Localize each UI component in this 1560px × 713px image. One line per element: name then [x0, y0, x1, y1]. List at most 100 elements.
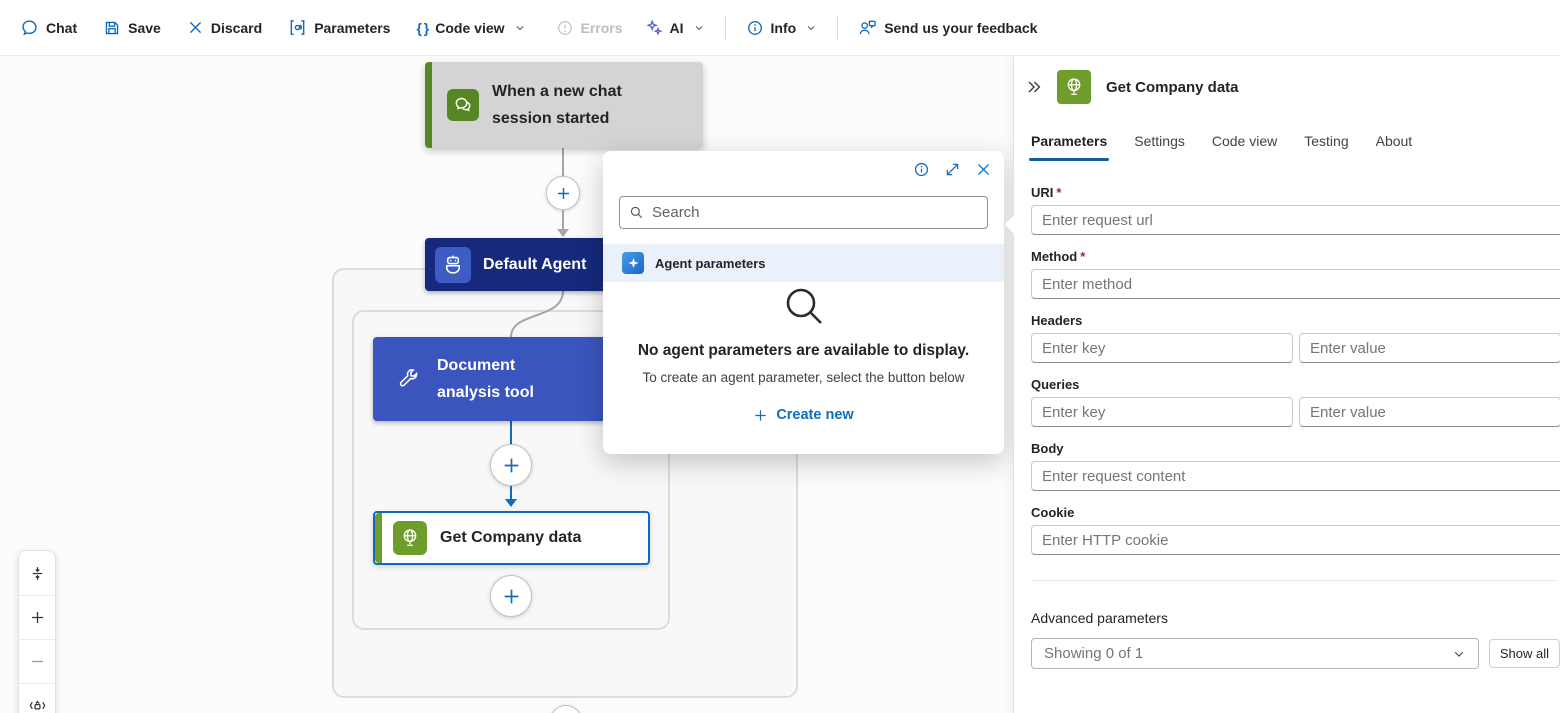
- method-input[interactable]: [1031, 269, 1560, 299]
- agent-parameters-group-row[interactable]: Agent parameters: [603, 244, 1004, 282]
- chat-button[interactable]: Chat: [12, 12, 85, 43]
- tab-testing[interactable]: Testing: [1304, 133, 1348, 149]
- headers-value-input[interactable]: [1299, 333, 1560, 363]
- connector-line: [562, 210, 564, 230]
- info-button[interactable]: Info: [738, 13, 826, 43]
- create-new-button[interactable]: Create new: [753, 407, 854, 423]
- panel-tabs: Parameters Settings Code view Testing Ab…: [1028, 133, 1560, 161]
- errors-label: Errors: [580, 19, 623, 36]
- create-new-label: Create new: [776, 407, 854, 423]
- advanced-parameters-label: Advanced parameters: [1031, 610, 1168, 626]
- required-asterisk: *: [1056, 185, 1062, 200]
- errors-button: Errors: [548, 13, 631, 43]
- ai-sparkle-icon: [645, 18, 663, 37]
- cookie-input[interactable]: [1031, 525, 1560, 555]
- cookie-label: Cookie: [1031, 505, 1075, 520]
- queries-label: Queries: [1031, 377, 1080, 392]
- connector-line-blue: [510, 421, 512, 445]
- action-title: Get Company data: [440, 529, 582, 546]
- discard-button[interactable]: Discard: [179, 13, 270, 42]
- tab-code-view[interactable]: Code view: [1212, 133, 1277, 149]
- info-circle-icon[interactable]: [913, 161, 930, 178]
- connector-arrow: [557, 229, 569, 237]
- tool-title: Document analysis tool: [437, 357, 534, 401]
- chat-label: Chat: [46, 19, 78, 36]
- toolbar-divider: [724, 16, 726, 39]
- chat-session-icon: [447, 89, 479, 121]
- body-input[interactable]: [1031, 461, 1560, 491]
- app-window: Chat Save Discard Parameters { } Code vi…: [0, 0, 1560, 713]
- tab-about[interactable]: About: [1376, 133, 1413, 149]
- method-label: Method *: [1031, 249, 1086, 264]
- zoom-out-button[interactable]: [19, 639, 55, 683]
- empty-state-subtitle: To create an agent parameter, select the…: [642, 370, 965, 385]
- feedback-label: Send us your feedback: [884, 19, 1038, 36]
- wrench-icon: [397, 367, 421, 391]
- trigger-node-when-new-chat-session-started[interactable]: When a new chat session started: [425, 62, 703, 148]
- connector-line-blue: [510, 486, 512, 500]
- parameters-label: Parameters: [314, 19, 391, 36]
- agent-title: Default Agent: [483, 255, 587, 273]
- code-view-label: Code view: [435, 19, 505, 36]
- insert-step-button[interactable]: [546, 176, 580, 210]
- tab-settings[interactable]: Settings: [1134, 133, 1185, 149]
- minimap-toggle-button[interactable]: [19, 683, 55, 713]
- ai-label: AI: [669, 19, 684, 36]
- save-label: Save: [128, 19, 161, 36]
- action-color-stripe: [375, 513, 382, 563]
- action-node-get-company-data[interactable]: Get Company data: [373, 511, 650, 565]
- chevron-down-icon: [693, 22, 705, 34]
- parameters-button[interactable]: Parameters: [280, 12, 398, 43]
- search-input[interactable]: [652, 204, 978, 221]
- advanced-parameters-dropdown[interactable]: Showing 0 of 1: [1031, 638, 1479, 669]
- popup-header: [913, 161, 992, 178]
- queries-key-input[interactable]: [1031, 397, 1293, 427]
- info-circle-icon: [746, 19, 764, 37]
- agent-parameters-popup: Agent parameters No agent parameters are…: [603, 151, 1004, 454]
- http-globe-icon: [393, 521, 427, 555]
- show-all-button[interactable]: Show all: [1488, 639, 1560, 668]
- toolbar-divider: [837, 16, 839, 39]
- chevron-down-icon: [1452, 647, 1466, 661]
- save-button[interactable]: Save: [95, 13, 169, 43]
- advanced-parameters-row: Showing 0 of 1 Show all: [1031, 638, 1560, 669]
- required-asterisk: *: [1080, 249, 1086, 264]
- insert-step-button[interactable]: [490, 444, 532, 486]
- headers-key-input[interactable]: [1031, 333, 1293, 363]
- http-globe-icon: [1057, 70, 1091, 104]
- tab-parameters[interactable]: Parameters: [1028, 133, 1110, 161]
- fit-to-screen-button[interactable]: [19, 551, 55, 595]
- chevron-down-icon: [805, 22, 817, 34]
- uri-label: URI *: [1031, 185, 1062, 200]
- search-empty-icon: [603, 282, 1004, 334]
- feedback-button[interactable]: Send us your feedback: [850, 12, 1045, 43]
- chevron-down-icon: [514, 22, 526, 34]
- code-view-button[interactable]: { } Code view: [408, 14, 533, 42]
- trigger-color-stripe: [425, 62, 432, 148]
- robot-icon: [435, 246, 471, 283]
- braces-icon: { }: [416, 19, 429, 36]
- headers-label: Headers: [1031, 313, 1083, 328]
- body-label: Body: [1031, 441, 1064, 456]
- agent-parameters-group-label: Agent parameters: [655, 255, 766, 271]
- expand-icon[interactable]: [944, 161, 961, 178]
- uri-input[interactable]: [1031, 205, 1560, 235]
- save-icon: [103, 19, 121, 37]
- chat-bubble-icon: [20, 18, 39, 37]
- queries-value-input[interactable]: [1299, 397, 1560, 427]
- canvas-zoom-controls: [18, 550, 56, 713]
- popup-empty-state: No agent parameters are available to dis…: [603, 282, 1004, 428]
- zoom-in-button[interactable]: [19, 595, 55, 639]
- empty-state-title: No agent parameters are available to dis…: [637, 342, 970, 359]
- panel-divider: [1031, 580, 1557, 581]
- top-toolbar: Chat Save Discard Parameters { } Code vi…: [0, 0, 1560, 56]
- advanced-dropdown-value: Showing 0 of 1: [1044, 645, 1144, 662]
- ai-button[interactable]: AI: [637, 13, 713, 43]
- feedback-person-icon: [858, 18, 877, 37]
- panel-title: Get Company data: [1106, 78, 1239, 96]
- insert-step-button[interactable]: [490, 575, 532, 617]
- insert-step-button[interactable]: [550, 705, 582, 713]
- close-icon[interactable]: [975, 161, 992, 178]
- agent-parameters-spark-icon: [622, 252, 644, 274]
- collapse-panel-icon[interactable]: [1025, 78, 1043, 96]
